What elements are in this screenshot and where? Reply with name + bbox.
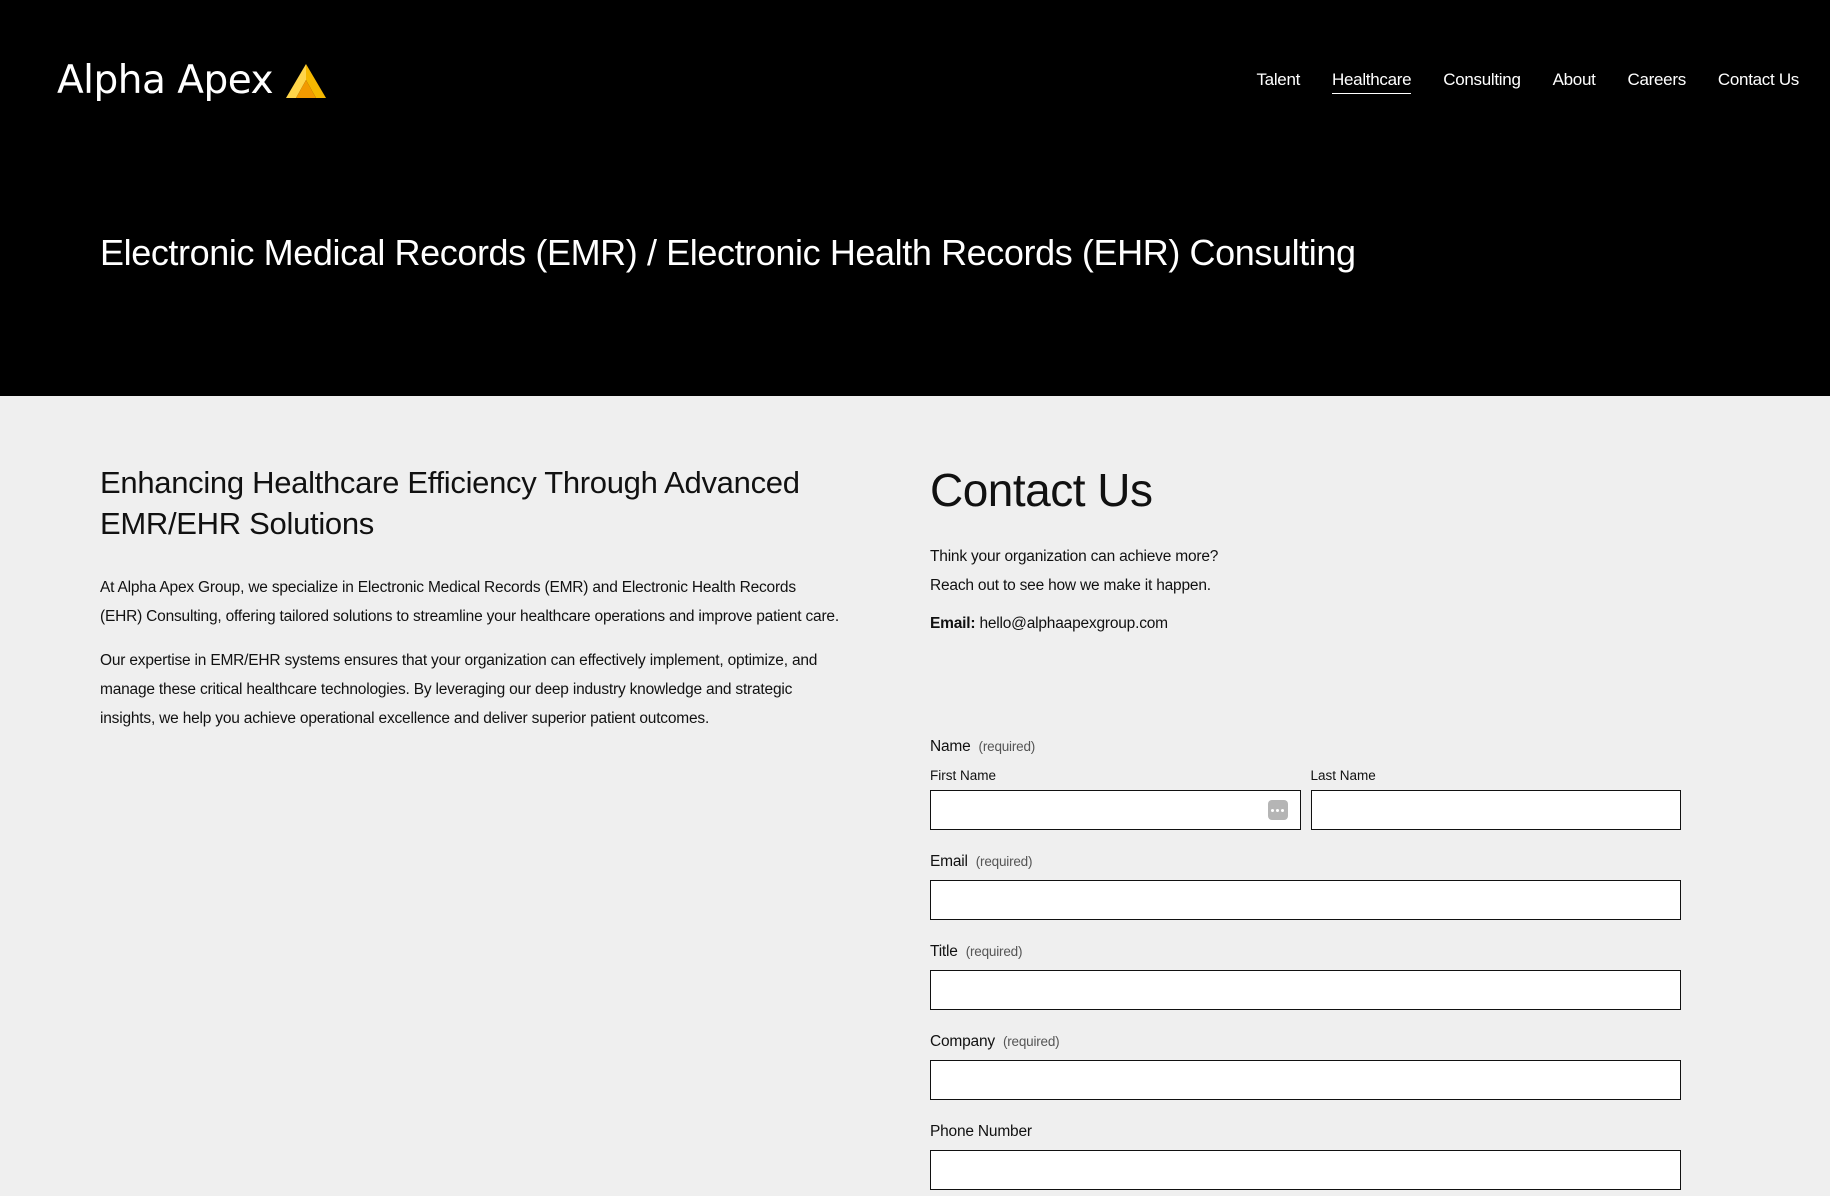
- last-name-label: Last Name: [1310, 768, 1376, 783]
- company-field: Company (required): [930, 1033, 1681, 1100]
- contact-tagline-line-1: Think your organization can achieve more…: [930, 548, 1219, 565]
- first-name-label: First Name: [930, 768, 997, 783]
- page-title: Electronic Medical Records (EMR) / Elect…: [100, 232, 1356, 273]
- brand-logo[interactable]: Alpha Apex: [57, 58, 327, 103]
- triangle-logo-icon: [286, 63, 327, 98]
- company-required-text: (required): [1002, 1034, 1060, 1049]
- last-name-group: Last Name: [1310, 768, 1681, 830]
- nav-item-contact-us[interactable]: Contact Us: [1718, 70, 1799, 94]
- nav-item-careers[interactable]: Careers: [1628, 70, 1687, 94]
- title-label: Title: [930, 943, 958, 960]
- title-field: Title (required): [930, 943, 1681, 1010]
- contact-form: Name (required) First Name Last Name Ema…: [930, 738, 1681, 1190]
- email-required-text: (required): [975, 854, 1033, 869]
- autofill-icon[interactable]: [1267, 800, 1288, 820]
- brand-name: Alpha Apex: [57, 58, 274, 103]
- title-field-label: Title (required): [930, 943, 1681, 961]
- first-name-group: First Name: [930, 768, 1301, 830]
- contact-title: Contact Us: [930, 464, 1153, 516]
- phone-field-label: Phone Number: [930, 1123, 1681, 1141]
- first-name-wrap: [930, 790, 1301, 830]
- intro-paragraph-2: Our expertise in EMR/EHR systems ensures…: [100, 652, 818, 727]
- nav-item-talent[interactable]: Talent: [1256, 70, 1300, 94]
- hero-header: Alpha Apex Talent Healthcare Consulting …: [0, 0, 1830, 396]
- name-label: Name: [930, 738, 971, 755]
- main-nav: Talent Healthcare Consulting About Caree…: [1224, 70, 1799, 94]
- company-input[interactable]: [930, 1060, 1681, 1100]
- title-input[interactable]: [930, 970, 1681, 1010]
- contact-email: Email: hello@alphaapexgroup.com: [930, 615, 1681, 633]
- email-label: Email: [930, 853, 968, 870]
- name-required-text: (required): [978, 739, 1036, 754]
- title-required-text: (required): [965, 944, 1023, 959]
- email-input[interactable]: [930, 880, 1681, 920]
- intro-heading: Enhancing Healthcare Efficiency Through …: [100, 465, 800, 541]
- contact-tagline-line-2: Reach out to see how we make it happen.: [930, 577, 1211, 594]
- email-field-label: Email (required): [930, 853, 1681, 871]
- company-label: Company: [930, 1033, 995, 1050]
- intro-paragraph-1: At Alpha Apex Group, we specialize in El…: [100, 579, 839, 625]
- phone-field: Phone Number: [930, 1123, 1681, 1190]
- phone-label: Phone Number: [930, 1123, 1032, 1140]
- nav-item-healthcare[interactable]: Healthcare: [1332, 70, 1412, 94]
- contact-section: Contact Us Think your organization can a…: [930, 462, 1681, 633]
- contact-email-link[interactable]: hello@alphaapexgroup.com: [979, 615, 1168, 632]
- company-field-label: Company (required): [930, 1033, 1681, 1051]
- name-row: First Name Last Name: [930, 768, 1681, 830]
- contact-tagline: Think your organization can achieve more…: [930, 542, 1681, 600]
- name-field-label: Name (required): [930, 738, 1681, 756]
- nav-item-consulting[interactable]: Consulting: [1443, 70, 1521, 94]
- nav-item-about[interactable]: About: [1553, 70, 1596, 94]
- phone-input[interactable]: [930, 1150, 1681, 1190]
- intro-section: Enhancing Healthcare Efficiency Through …: [100, 462, 840, 733]
- first-name-input[interactable]: [930, 790, 1301, 830]
- last-name-input[interactable]: [1310, 790, 1681, 830]
- contact-email-label: Email:: [930, 615, 976, 632]
- email-field: Email (required): [930, 853, 1681, 920]
